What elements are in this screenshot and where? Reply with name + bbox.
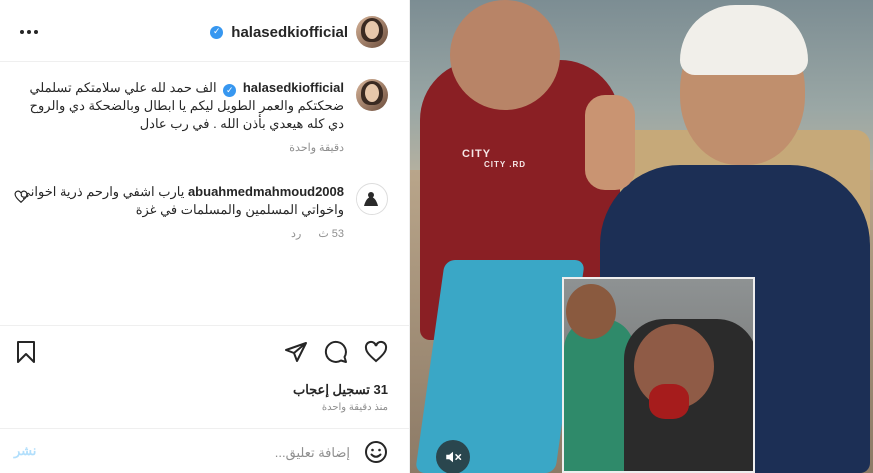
more-dot-icon [27, 30, 31, 34]
speaker-muted-icon [446, 451, 462, 463]
avatar[interactable] [356, 79, 388, 111]
caption-meta: دقيقة واحدة [18, 141, 344, 154]
post-comment-button[interactable]: نشر [14, 443, 36, 459]
more-dot-icon [20, 30, 24, 34]
post-time: منذ دقيقة واحدة [321, 402, 388, 413]
mute-button[interactable] [436, 440, 470, 473]
avatar-logo-icon [357, 185, 386, 214]
like-heart-icon[interactable] [364, 340, 388, 364]
comment-meta: 53 ث رد [18, 227, 344, 240]
post-media-video[interactable]: CITY CITY .RD [410, 0, 873, 473]
post-header: halasedkiofficial ✓ [0, 0, 410, 62]
save-bookmark-icon[interactable] [14, 340, 38, 364]
more-dot-icon [34, 30, 38, 34]
author-username[interactable]: halasedkiofficial [231, 24, 348, 41]
shirt-text-main: CITY [462, 148, 492, 160]
media-blue-chair [415, 260, 585, 473]
caption-time: دقيقة واحدة [289, 142, 344, 154]
media-inset-photo [562, 277, 755, 473]
reply-button[interactable]: رد [291, 228, 301, 240]
comment-time: 53 ث [318, 228, 344, 240]
comment-item: abuahmedmahmoud2008 يارب اشفي وارحم ذرية… [14, 183, 388, 240]
add-comment-bar: نشر [0, 428, 410, 473]
comments-section: halasedkiofficial ✓ الف حمد لله علي سلام… [0, 63, 410, 325]
media-peace-sign-hand [585, 95, 635, 190]
inset-child-left-head [566, 284, 616, 339]
share-send-icon[interactable] [284, 340, 308, 364]
verified-badge-icon: ✓ [223, 84, 237, 97]
caption-username[interactable]: halasedkiofficial [243, 80, 344, 95]
shirt-text-sub: CITY .RD [484, 160, 527, 169]
avatar[interactable] [356, 16, 388, 48]
media-boy-left-head [450, 0, 560, 110]
comment-username[interactable]: abuahmedmahmoud2008 [188, 184, 344, 199]
verified-badge-icon: ✓ [210, 25, 224, 39]
inset-injury [649, 384, 689, 419]
media-shirt-text: CITY CITY .RD [462, 148, 526, 169]
comment-input[interactable] [60, 439, 350, 465]
post-panel: halasedkiofficial ✓ halasedkiofficial ✓ … [0, 0, 410, 473]
more-options-button[interactable] [14, 20, 44, 44]
caption: halasedkiofficial ✓ الف حمد لله علي سلام… [18, 79, 388, 154]
likes-count[interactable]: 31 تسجيل إعجاب [293, 382, 388, 398]
comment-bubble-icon[interactable] [324, 340, 348, 364]
emoji-smiley-icon[interactable] [364, 440, 388, 464]
comment-like-heart-icon[interactable] [14, 190, 28, 204]
post-author[interactable]: halasedkiofficial ✓ [210, 16, 388, 48]
caption-body: halasedkiofficial ✓ الف حمد لله علي سلام… [18, 79, 344, 133]
comment-body: abuahmedmahmoud2008 يارب اشفي وارحم ذرية… [18, 183, 344, 219]
avatar[interactable] [356, 183, 388, 215]
